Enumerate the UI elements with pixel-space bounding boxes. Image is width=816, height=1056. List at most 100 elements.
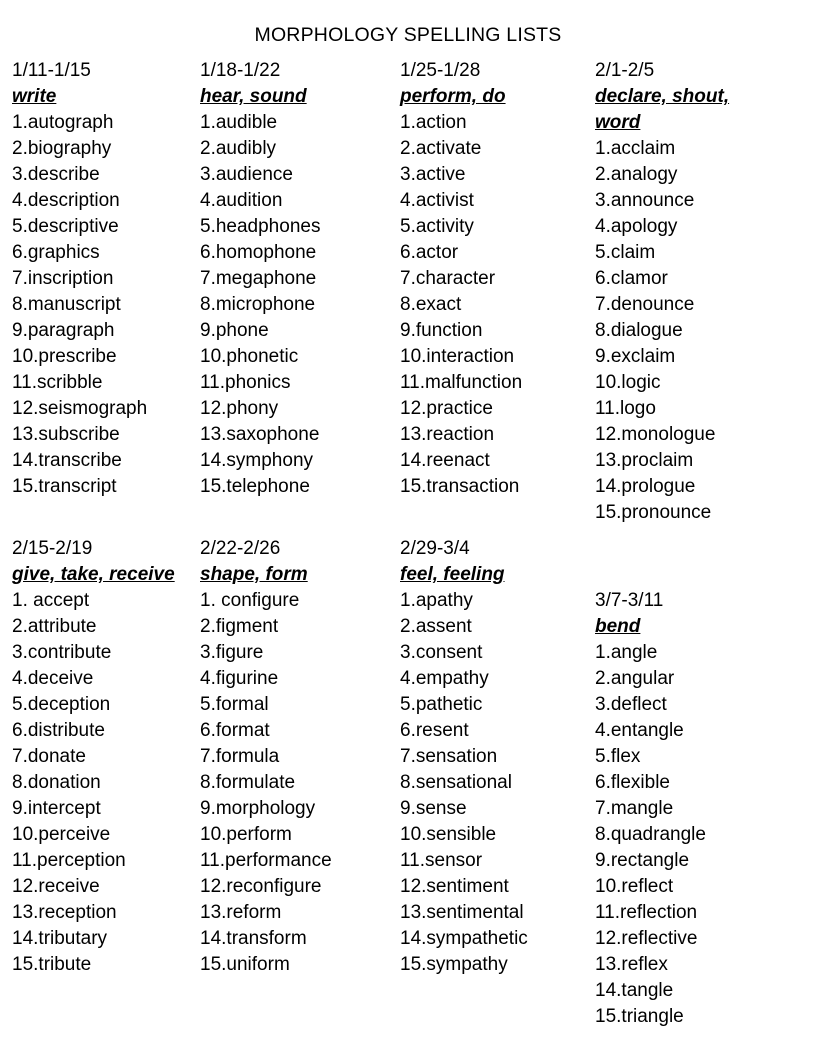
spelling-word-item: 1.audible [200, 112, 278, 133]
spelling-word-item: 8.donation [12, 772, 101, 793]
root-meaning-line: word [595, 112, 641, 133]
column-date-range: 2/1-2/5 [595, 60, 655, 81]
spelling-word-item: 4.entangle [595, 720, 684, 741]
spelling-word-item: 8.manuscript [12, 294, 121, 315]
root-meaning-line: declare, shout, [595, 86, 730, 107]
spelling-word-item: 2.biography [12, 138, 112, 159]
spelling-word-item: 8.formulate [200, 772, 296, 793]
spelling-word-item: 5.pathetic [400, 694, 483, 715]
spelling-word-item: 2.activate [400, 138, 482, 159]
spelling-list-column: 1/25-1/28 perform, do 1.action 2.activate 3.… [400, 58, 592, 500]
spelling-word-item: 8.exact [400, 294, 462, 315]
spelling-word-list: 1.autograph 2.biography 3.describe 4.descri… [12, 110, 204, 500]
spelling-word-item: 10.sensible [400, 824, 497, 845]
spelling-word-item: 7.sensation [400, 746, 498, 767]
spelling-word-item: 3.deflect [595, 694, 667, 715]
document-page: MORPHOLOGY SPELLING LISTS 1/11-1/15 write… [0, 0, 816, 1056]
spelling-word-item: 13.proclaim [595, 450, 694, 471]
spelling-word-item: 14.sympathetic [400, 928, 528, 949]
spelling-word-item: 3.contribute [12, 642, 112, 663]
spelling-word-item: 4.activist [400, 190, 474, 211]
spelling-list-column: 2/29-3/4 feel, feeling 1.apathy 2.assent 3.c… [400, 536, 592, 978]
spelling-word-item: 10.phonetic [200, 346, 299, 367]
page-title: MORPHOLOGY SPELLING LISTS [254, 24, 562, 47]
spelling-word-item: 9.phone [200, 320, 269, 341]
spelling-word-item: 1.apathy [400, 590, 473, 611]
spelling-word-item: 6.distribute [12, 720, 105, 741]
spelling-word-item: 6.homophone [200, 242, 317, 263]
root-meaning-line: give, take, receive [12, 564, 175, 585]
column-root-meaning: shape, form [200, 562, 396, 588]
spelling-word-item: 7.character [400, 268, 496, 289]
spelling-word-item: 9.sense [400, 798, 467, 819]
spelling-word-item: 14.prologue [595, 476, 696, 497]
spelling-word-item: 4.apology [595, 216, 678, 237]
spelling-word-item: 1.angle [595, 642, 658, 663]
spelling-word-item: 10.perceive [12, 824, 111, 845]
column-date-range: 2/29-3/4 [400, 538, 470, 559]
spelling-word-item: 10.reflect [595, 876, 674, 897]
spelling-word-item: 15.telephone [200, 476, 310, 497]
column-date-range: 1/18-1/22 [200, 60, 281, 81]
spelling-word-item: 4.audition [200, 190, 283, 211]
spelling-list-column: 2/15-2/19 give, take, receive 1. accept 2.a… [12, 536, 204, 978]
spelling-word-item: 3.describe [12, 164, 100, 185]
spelling-word-item: 11.perception [12, 850, 126, 871]
spelling-word-item: 9.intercept [12, 798, 101, 819]
spelling-word-item: 2.attribute [12, 616, 97, 637]
spelling-word-item: 14.tributary [12, 928, 108, 949]
spelling-word-list: 1.action 2.activate 3.active 4.activist 5.ac… [400, 110, 592, 500]
spelling-word-item: 9.exclaim [595, 346, 676, 367]
spelling-word-item: 13.saxophone [200, 424, 320, 445]
column-date-range: 2/15-2/19 [12, 538, 93, 559]
spelling-word-item: 12.practice [400, 398, 493, 419]
spelling-word-item: 7.mangle [595, 798, 674, 819]
spelling-word-item: 14.transcribe [12, 450, 122, 471]
spelling-word-item: 2.assent [400, 616, 472, 637]
spelling-word-item: 5.descriptive [12, 216, 119, 237]
spelling-word-item: 1. accept [12, 590, 90, 611]
spelling-word-item: 11.sensor [400, 850, 483, 871]
spelling-word-item: 12.phony [200, 398, 279, 419]
spelling-word-item: 11.scribble [12, 372, 103, 393]
spelling-word-item: 15.sympathy [400, 954, 508, 975]
spelling-word-list: 1.acclaim 2.analogy 3.announce 4.apology 5.c… [595, 136, 810, 526]
spelling-word-item: 1.acclaim [595, 138, 676, 159]
spelling-word-item: 1.autograph [12, 112, 114, 133]
column-root-meaning: bend [595, 614, 810, 640]
spelling-word-item: 8.quadrangle [595, 824, 706, 845]
spelling-word-item: 7.megaphone [200, 268, 317, 289]
spelling-word-item: 11.reflection [595, 902, 698, 923]
spelling-word-list: 1.audible 2.audibly 3.audience 4.audition 5.… [200, 110, 396, 500]
spelling-word-item: 5.headphones [200, 216, 321, 237]
spelling-word-item: 6.flexible [595, 772, 670, 793]
spelling-word-item: 12.reflective [595, 928, 698, 949]
spelling-word-item: 1. configure [200, 590, 300, 611]
spelling-word-item: 2.audibly [200, 138, 277, 159]
spelling-word-item: 4.empathy [400, 668, 489, 689]
spelling-list-column: 3/7-3/11 bend 1.angle 2.angular 3.deflect 4.e… [595, 536, 810, 1030]
root-meaning-line: feel, feeling [400, 564, 505, 585]
spelling-word-item: 15.pronounce [595, 502, 712, 523]
spelling-word-item: 2.angular [595, 668, 675, 689]
spelling-word-item: 3.audience [200, 164, 293, 185]
spelling-word-item: 11.logo [595, 398, 656, 419]
spelling-word-item: 7.denounce [595, 294, 695, 315]
spelling-list-column: 2/1-2/5 declare, shout, word 1.acclaim 2.ana… [595, 58, 810, 526]
spelling-word-item: 13.reception [12, 902, 117, 923]
spelling-word-item: 10.perform [200, 824, 292, 845]
spelling-word-item: 2.analogy [595, 164, 678, 185]
spelling-word-item: 13.subscribe [12, 424, 120, 445]
spelling-word-item: 5.flex [595, 746, 641, 767]
spelling-word-item: 15.uniform [200, 954, 290, 975]
spelling-word-item: 14.tangle [595, 980, 674, 1001]
root-meaning-line: perform, do [400, 86, 506, 107]
column-root-meaning: write [12, 84, 204, 110]
spelling-word-item: 3.active [400, 164, 466, 185]
spelling-word-item: 5.deception [12, 694, 111, 715]
spelling-word-item: 12.reconfigure [200, 876, 322, 897]
spelling-word-item: 3.announce [595, 190, 695, 211]
spelling-word-item: 8.dialogue [595, 320, 683, 341]
spelling-word-item: 3.figure [200, 642, 264, 663]
spelling-word-item: 15.transcript [12, 476, 117, 497]
